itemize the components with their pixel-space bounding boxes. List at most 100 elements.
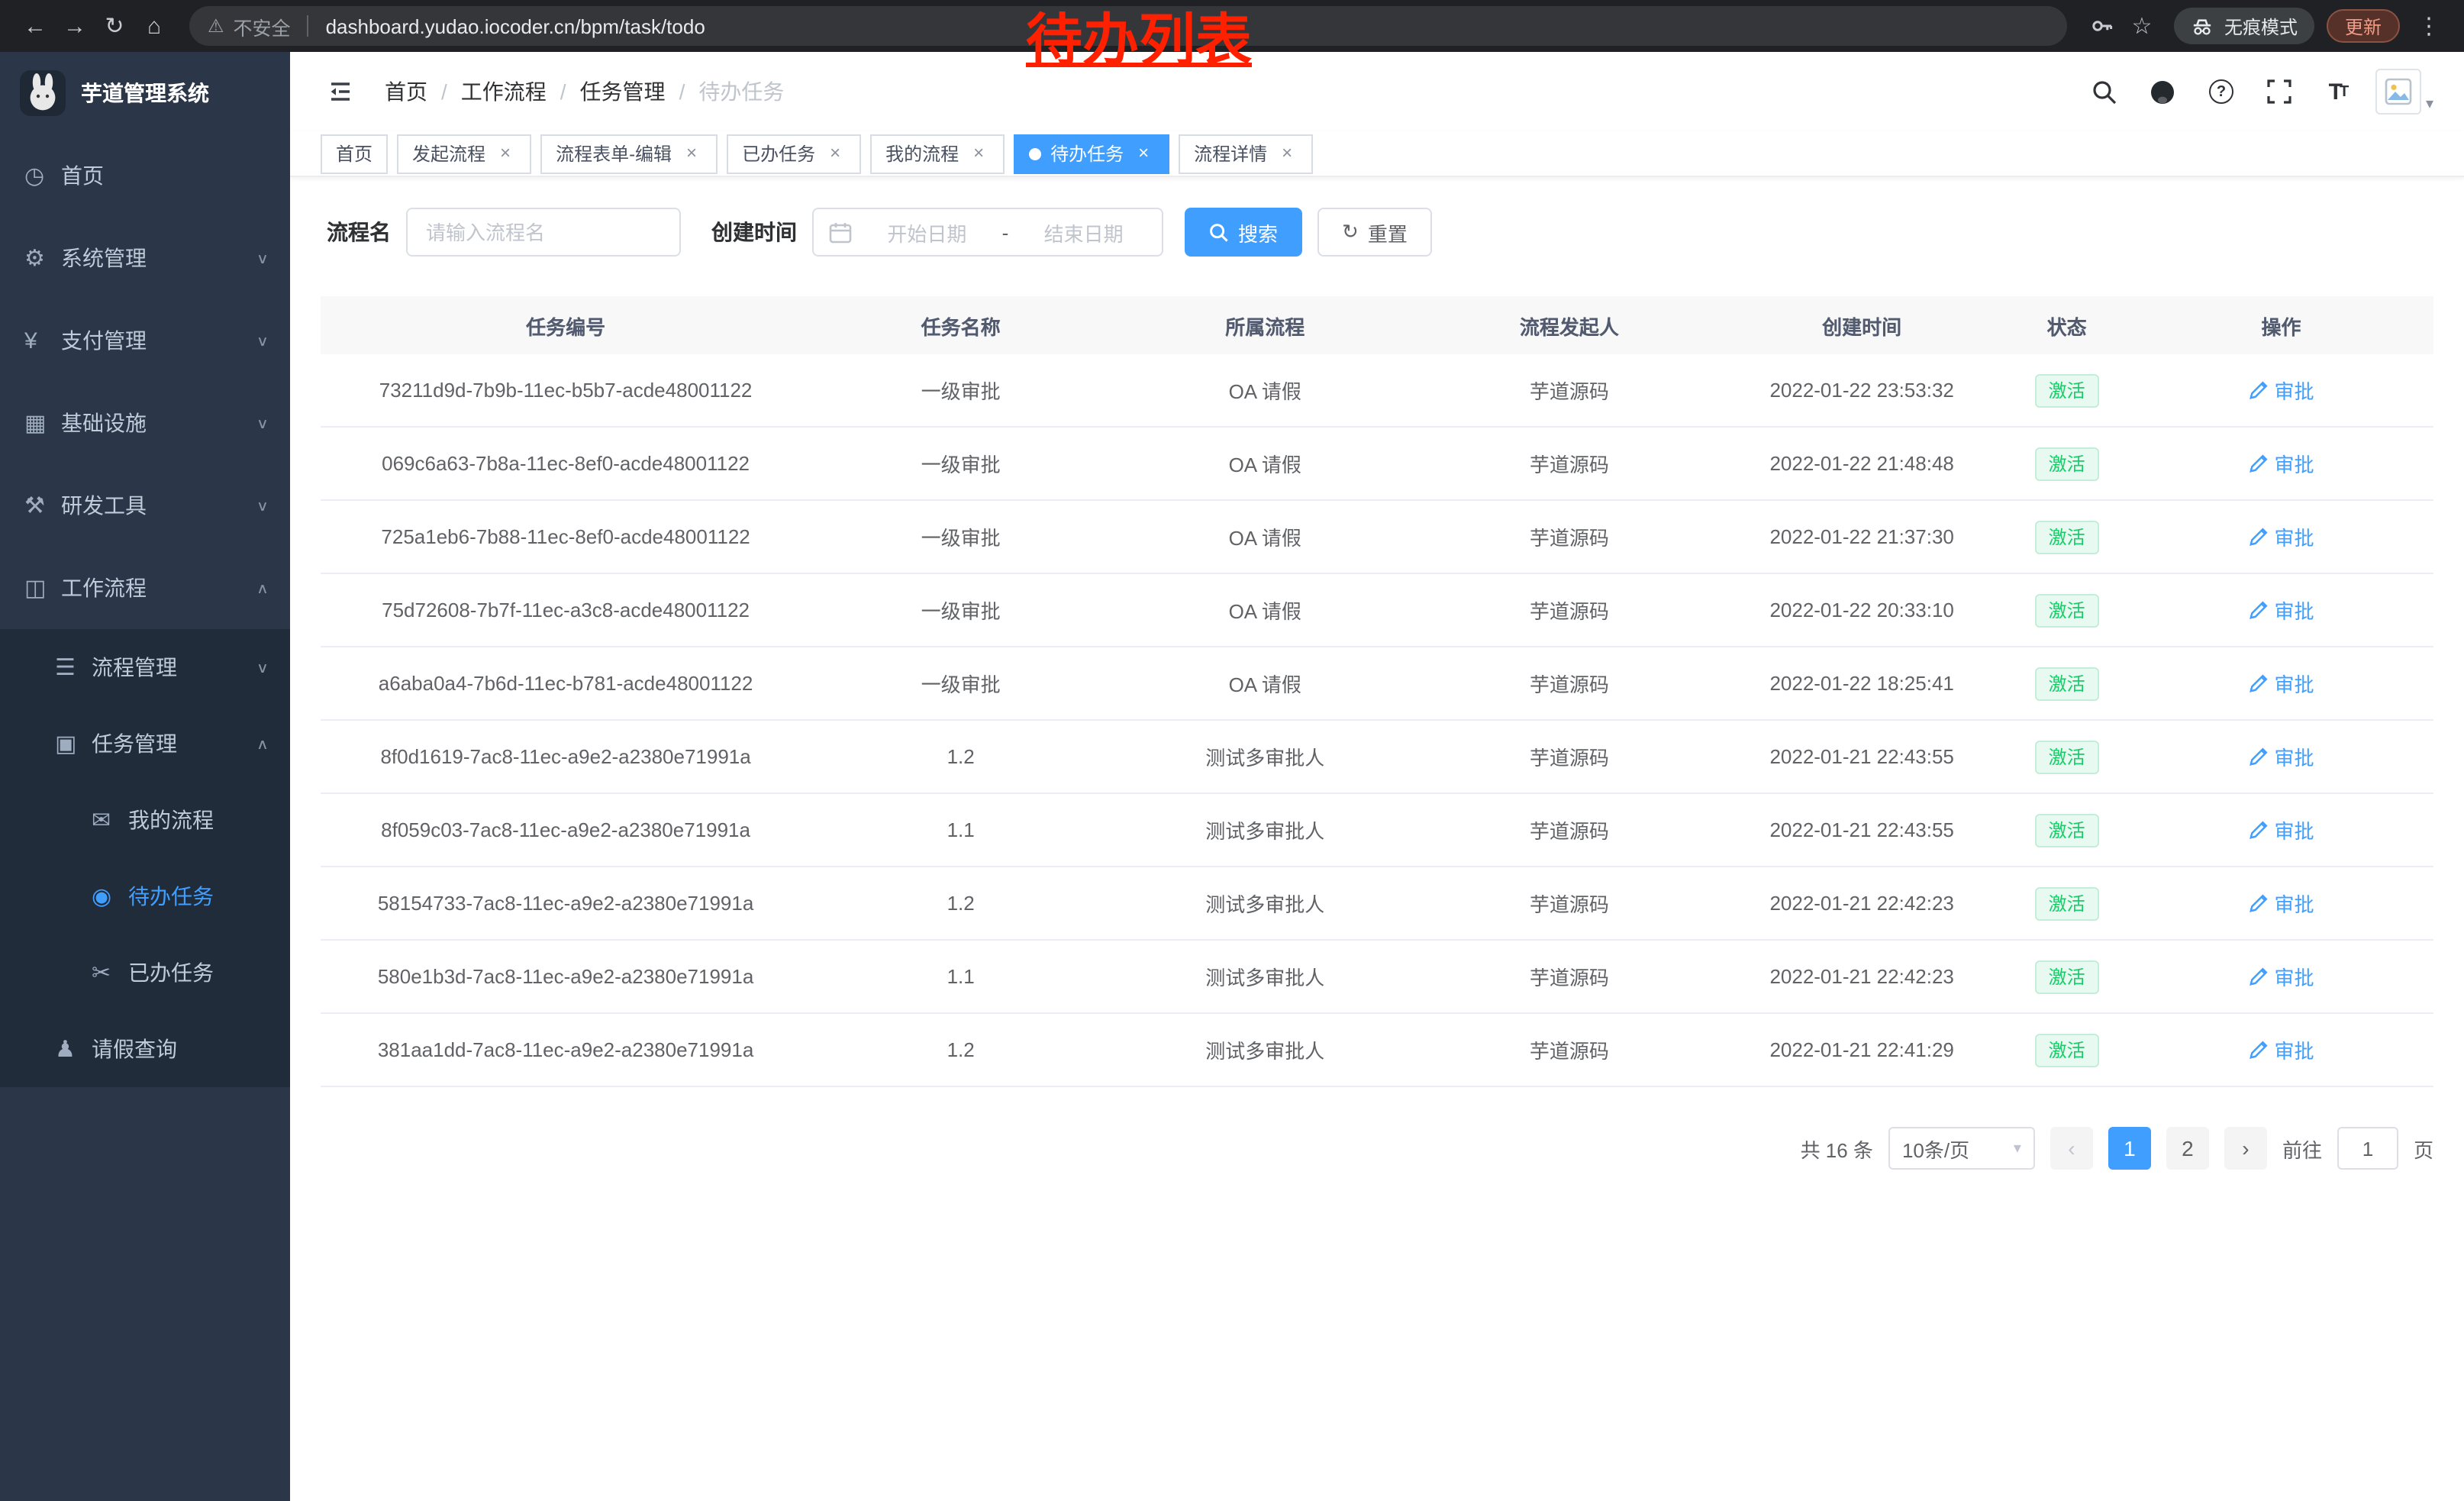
- bookmark-star-icon[interactable]: ☆: [2122, 6, 2162, 46]
- cell-task-name: 1.2: [811, 1038, 1111, 1061]
- sidebar-item-todo-tasks[interactable]: ◉ 待办任务: [0, 858, 290, 934]
- github-icon[interactable]: [2143, 72, 2183, 111]
- user-menu[interactable]: ▾: [2375, 69, 2433, 115]
- tab-process-detail[interactable]: 流程详情 ×: [1179, 134, 1313, 173]
- search-button[interactable]: 搜索: [1185, 208, 1302, 257]
- approve-link[interactable]: 审批: [2249, 742, 2314, 771]
- status-badge: 激活: [2035, 1033, 2099, 1067]
- sidebar-item-label: 系统管理: [61, 243, 256, 273]
- approve-link[interactable]: 审批: [2249, 669, 2314, 698]
- prev-page-button[interactable]: ‹: [2050, 1127, 2093, 1170]
- sidebar-item-label: 工作流程: [61, 573, 256, 603]
- browser-menu-icon[interactable]: ⋮: [2409, 6, 2449, 46]
- tab-form-edit[interactable]: 流程表单-编辑 ×: [540, 134, 718, 173]
- tab-start-process[interactable]: 发起流程 ×: [397, 134, 531, 173]
- sidebar-toggle-icon[interactable]: [321, 72, 360, 111]
- security-label[interactable]: 不安全: [234, 11, 291, 40]
- breadcrumb-home[interactable]: 首页: [385, 76, 427, 107]
- close-icon[interactable]: ×: [1276, 143, 1298, 164]
- breadcrumb-separator: /: [560, 79, 566, 104]
- pagination: 共 16 条 10条/页 ▾ ‹ 1 2 › 前往 页: [321, 1127, 2433, 1170]
- incognito-icon: [2191, 16, 2214, 36]
- cell-initiator: 芋道源码: [1419, 815, 1719, 844]
- cell-create-time: 2022-01-22 21:48:48: [1719, 452, 2004, 475]
- date-range-picker[interactable]: 开始日期 - 结束日期: [812, 208, 1163, 257]
- back-icon[interactable]: ←: [15, 6, 55, 46]
- approve-link[interactable]: 审批: [2249, 376, 2314, 405]
- cell-create-time: 2022-01-21 22:42:23: [1719, 892, 2004, 915]
- next-page-button[interactable]: ›: [2224, 1127, 2267, 1170]
- sidebar-item-label: 支付管理: [61, 325, 256, 356]
- cell-task-id: 069c6a63-7b8a-11ec-8ef0-acde48001122: [321, 452, 811, 475]
- key-icon[interactable]: [2082, 6, 2122, 46]
- cell-process: OA 请假: [1111, 376, 1419, 405]
- breadcrumb-task-mgmt[interactable]: 任务管理: [580, 76, 666, 107]
- approve-link[interactable]: 审批: [2249, 596, 2314, 625]
- search-icon[interactable]: [2085, 72, 2125, 111]
- approve-link[interactable]: 审批: [2249, 1035, 2314, 1064]
- sidebar-item-my-process[interactable]: ✉ 我的流程: [0, 782, 290, 858]
- sidebar-item-home[interactable]: ◷ 首页: [0, 134, 290, 217]
- sidebar-item-infra[interactable]: ▦ 基础设施 ∨: [0, 382, 290, 464]
- approve-link[interactable]: 审批: [2249, 449, 2314, 478]
- page-button-2[interactable]: 2: [2166, 1127, 2209, 1170]
- process-name-input[interactable]: [406, 208, 681, 257]
- status-badge: 激活: [2035, 593, 2099, 627]
- update-button[interactable]: 更新: [2327, 9, 2400, 43]
- approve-link[interactable]: 审批: [2249, 522, 2314, 551]
- close-icon[interactable]: ×: [968, 143, 989, 164]
- font-size-icon[interactable]: ?TT: [2317, 72, 2357, 111]
- close-icon[interactable]: ×: [495, 143, 516, 164]
- col-initiator: 流程发起人: [1419, 311, 1719, 340]
- sidebar-item-label: 请假查询: [92, 1034, 269, 1064]
- close-icon[interactable]: ×: [681, 143, 702, 164]
- close-icon[interactable]: ×: [824, 143, 846, 164]
- reload-icon[interactable]: ↻: [95, 6, 134, 46]
- cell-task-id: 8f0d1619-7ac8-11ec-a9e2-a2380e71991a: [321, 745, 811, 768]
- tab-todo-tasks[interactable]: 待办任务 ×: [1014, 134, 1169, 173]
- approve-link[interactable]: 审批: [2249, 962, 2314, 991]
- cell-task-name: 一级审批: [811, 449, 1111, 478]
- breadcrumb-workflow[interactable]: 工作流程: [461, 76, 547, 107]
- workflow-submenu: ☰ 流程管理 ∨ ▣ 任务管理 ∧ ✉ 我的流程 ◉ 待办任务 ✂ 已办任务: [0, 629, 290, 1087]
- fullscreen-icon[interactable]: [2259, 72, 2299, 111]
- cell-process: 测试多审批人: [1111, 1035, 1419, 1064]
- cell-initiator: 芋道源码: [1419, 889, 1719, 918]
- help-icon[interactable]: ?: [2201, 72, 2241, 111]
- app-logo-row[interactable]: 芋道管理系统: [0, 52, 290, 134]
- close-icon[interactable]: ×: [1133, 143, 1154, 164]
- cell-action: 审批: [2129, 596, 2433, 625]
- home-icon[interactable]: ⌂: [134, 6, 174, 46]
- create-time-label: 创建时间: [711, 217, 797, 247]
- forward-icon[interactable]: →: [55, 6, 95, 46]
- sidebar-item-leave-query[interactable]: ♟ 请假查询: [0, 1011, 290, 1087]
- cell-action: 审批: [2129, 962, 2433, 991]
- tab-done-tasks[interactable]: 已办任务 ×: [727, 134, 861, 173]
- gear-icon: ⚙: [24, 244, 61, 272]
- page-button-1[interactable]: 1: [2108, 1127, 2151, 1170]
- sidebar-item-task-mgmt[interactable]: ▣ 任务管理 ∧: [0, 705, 290, 782]
- sidebar-item-done-tasks[interactable]: ✂ 已办任务: [0, 934, 290, 1011]
- page-size-select[interactable]: 10条/页 ▾: [1888, 1127, 2035, 1170]
- col-action: 操作: [2129, 311, 2433, 340]
- tab-my-process[interactable]: 我的流程 ×: [870, 134, 1005, 173]
- status-badge: 激活: [2035, 520, 2099, 554]
- sidebar-item-payment[interactable]: ¥ 支付管理 ∨: [0, 299, 290, 382]
- approve-link[interactable]: 审批: [2249, 889, 2314, 918]
- breadcrumb-separator: /: [441, 79, 447, 104]
- cell-initiator: 芋道源码: [1419, 596, 1719, 625]
- sidebar-item-system[interactable]: ⚙ 系统管理 ∨: [0, 217, 290, 299]
- table-row: 75d72608-7b7f-11ec-a3c8-acde48001122 一级审…: [321, 574, 2433, 647]
- sidebar-item-devtools[interactable]: ⚒ 研发工具 ∨: [0, 464, 290, 547]
- table-body: 73211d9d-7b9b-11ec-b5b7-acde48001122 一级审…: [321, 354, 2433, 1087]
- sidebar-item-workflow[interactable]: ◫ 工作流程 ∧: [0, 547, 290, 629]
- url-text: dashboard.yudao.iocoder.cn/bpm/task/todo: [326, 15, 705, 37]
- tab-home[interactable]: 首页: [321, 134, 388, 173]
- approve-link[interactable]: 审批: [2249, 815, 2314, 844]
- eye-icon: ◉: [92, 883, 128, 910]
- sidebar-item-label: 待办任务: [128, 881, 269, 912]
- sidebar-item-process-mgmt[interactable]: ☰ 流程管理 ∨: [0, 629, 290, 705]
- reset-button[interactable]: ↻ 重置: [1317, 208, 1432, 257]
- goto-page-input[interactable]: [2337, 1127, 2398, 1170]
- cell-action: 审批: [2129, 449, 2433, 478]
